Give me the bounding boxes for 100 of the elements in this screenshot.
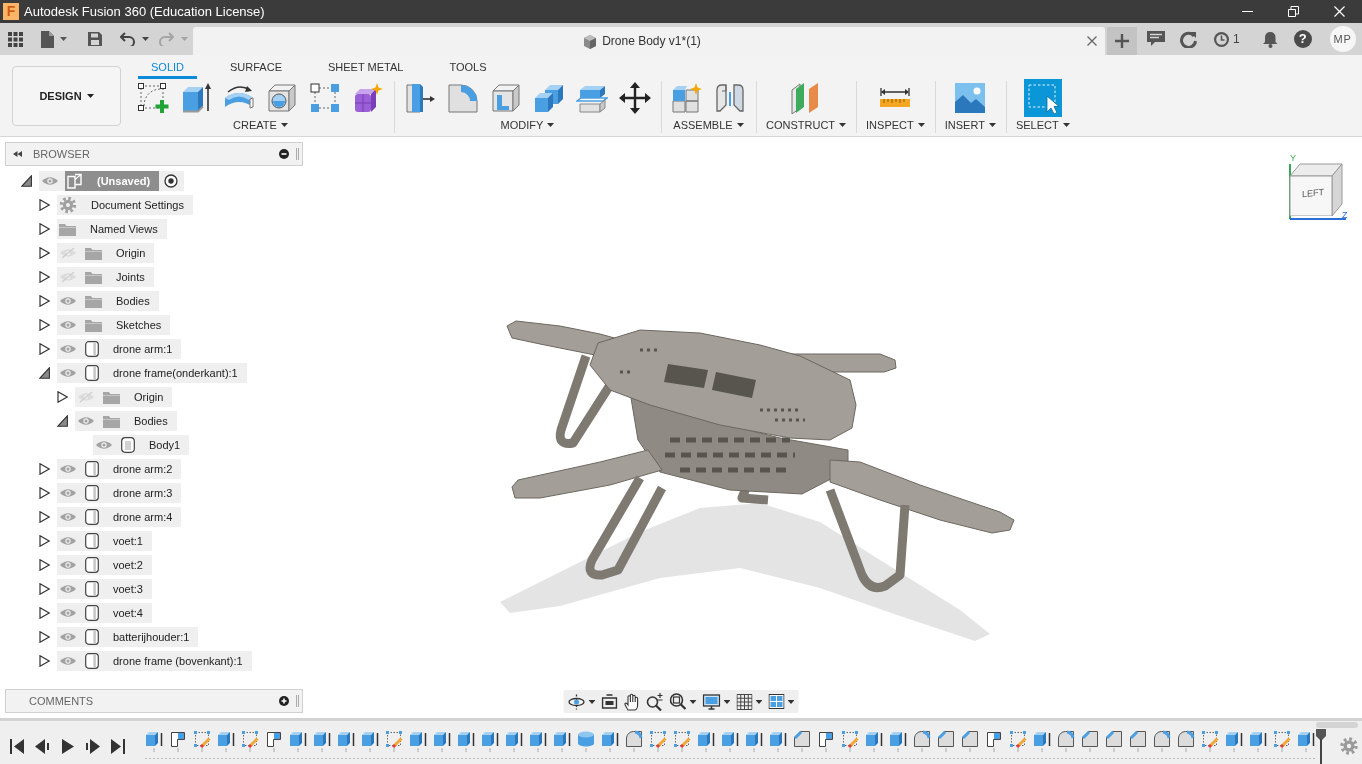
save-icon[interactable] bbox=[88, 32, 102, 46]
chamfer-icon[interactable] bbox=[1081, 729, 1099, 748]
chamfer-icon[interactable] bbox=[961, 729, 979, 748]
box-icon[interactable] bbox=[457, 729, 475, 748]
collapsed-triangle-icon[interactable] bbox=[38, 247, 50, 259]
box-icon[interactable] bbox=[889, 729, 907, 748]
caret-icon[interactable] bbox=[723, 699, 731, 704]
collapse-icon[interactable] bbox=[13, 151, 22, 157]
file-icon[interactable] bbox=[41, 30, 54, 48]
tree-item[interactable]: drone arm:3 bbox=[57, 483, 182, 503]
panel-grip-icon[interactable] bbox=[296, 148, 299, 160]
plus-circle-icon[interactable] bbox=[279, 696, 289, 706]
expanded-triangle-icon[interactable] bbox=[20, 175, 32, 187]
collapsed-triangle-icon[interactable] bbox=[38, 319, 50, 331]
sketch-icon[interactable] bbox=[649, 729, 667, 748]
panel-menu-button[interactable]: SELECT bbox=[1015, 117, 1070, 133]
collapsed-triangle-icon[interactable] bbox=[38, 487, 50, 499]
panel-menu-button[interactable]: ASSEMBLE bbox=[673, 117, 744, 133]
box-icon[interactable] bbox=[409, 729, 427, 748]
pattern-squares-icon[interactable] bbox=[309, 82, 341, 114]
collapsed-triangle-icon[interactable] bbox=[38, 655, 50, 667]
combine-boxes-icon[interactable] bbox=[533, 82, 565, 114]
collapsed-triangle-icon[interactable] bbox=[38, 631, 50, 643]
clock-icon[interactable] bbox=[1213, 30, 1230, 48]
expanded-triangle-icon[interactable] bbox=[56, 415, 68, 427]
chamfer-icon[interactable] bbox=[1129, 729, 1147, 748]
tree-item[interactable]: Bodies bbox=[57, 291, 159, 311]
shell-icon[interactable] bbox=[490, 82, 522, 114]
joint-icon[interactable] bbox=[714, 82, 746, 114]
chamfer-icon[interactable] bbox=[937, 729, 955, 748]
chamfer-icon[interactable] bbox=[1105, 729, 1123, 748]
tree-item[interactable]: Body1 bbox=[93, 435, 190, 455]
collapsed-triangle-icon[interactable] bbox=[38, 607, 50, 619]
collapsed-triangle-icon[interactable] bbox=[38, 583, 50, 595]
box-arrow-icon[interactable] bbox=[180, 82, 212, 114]
close-icon[interactable] bbox=[1087, 36, 1097, 46]
sketch-icon[interactable] bbox=[1273, 729, 1291, 748]
ribbon-tab[interactable]: TOOLS bbox=[436, 58, 500, 79]
undo-icon[interactable] bbox=[120, 32, 135, 46]
caret-icon[interactable] bbox=[60, 37, 67, 41]
expanded-triangle-icon[interactable] bbox=[38, 367, 50, 379]
skip-to-end-icon[interactable] bbox=[110, 738, 125, 754]
step-forward-icon[interactable] bbox=[85, 738, 100, 754]
tree-item[interactable]: drone arm:1 bbox=[57, 339, 182, 359]
box-icon[interactable] bbox=[505, 729, 523, 748]
image-icon[interactable] bbox=[954, 82, 987, 114]
tree-item[interactable]: Sketches bbox=[57, 315, 171, 335]
ribbon-tab[interactable]: SHEET METAL bbox=[315, 58, 417, 79]
collapsed-triangle-icon[interactable] bbox=[38, 343, 50, 355]
fillet-icon[interactable] bbox=[1153, 729, 1171, 748]
pan-hand-icon[interactable] bbox=[623, 692, 640, 711]
tree-item[interactable]: voet:4 bbox=[57, 603, 152, 623]
sketch-icon[interactable] bbox=[1009, 729, 1027, 748]
sketch-icon[interactable] bbox=[385, 729, 403, 748]
collapsed-triangle-icon[interactable] bbox=[38, 199, 50, 211]
collapsed-triangle-icon[interactable] bbox=[38, 271, 50, 283]
select-icon[interactable] bbox=[1023, 79, 1062, 117]
box-icon[interactable] bbox=[217, 729, 235, 748]
box-icon[interactable] bbox=[865, 729, 883, 748]
tree-item[interactable]: Joints bbox=[57, 267, 154, 287]
tree-item[interactable]: drone frame(onderkant):1 bbox=[57, 363, 247, 383]
collapsed-triangle-icon[interactable] bbox=[38, 223, 50, 235]
collapsed-triangle-icon[interactable] bbox=[38, 535, 50, 547]
box-icon[interactable] bbox=[337, 729, 355, 748]
panel-menu-button[interactable]: INSPECT bbox=[866, 117, 925, 133]
panel-menu-button[interactable]: INSERT bbox=[944, 117, 996, 133]
display-settings-icon[interactable] bbox=[702, 693, 721, 710]
bell-icon[interactable] bbox=[1262, 30, 1278, 48]
tree-item[interactable]: batterijhouder:1 bbox=[57, 627, 199, 647]
caret-icon[interactable] bbox=[755, 699, 763, 704]
caret-icon[interactable] bbox=[787, 699, 795, 704]
l-shape-icon[interactable] bbox=[169, 729, 187, 748]
minimize-icon[interactable] bbox=[1241, 11, 1253, 12]
grid-icon[interactable] bbox=[736, 693, 753, 710]
box-icon[interactable] bbox=[1297, 729, 1315, 748]
box-icon[interactable] bbox=[769, 729, 787, 748]
sketch-icon[interactable] bbox=[673, 729, 691, 748]
caret-icon[interactable] bbox=[689, 699, 697, 704]
tree-item[interactable]: drone frame (bovenkant):1 bbox=[57, 651, 252, 671]
fillet-icon[interactable] bbox=[625, 729, 643, 748]
minus-circle-icon[interactable] bbox=[279, 149, 289, 159]
panel-grip-icon[interactable] bbox=[296, 695, 299, 707]
box-icon[interactable] bbox=[433, 729, 451, 748]
new-tab-button[interactable] bbox=[1107, 27, 1137, 55]
fillet-icon[interactable] bbox=[913, 729, 931, 748]
restore-icon[interactable] bbox=[1287, 6, 1299, 17]
caret-icon[interactable] bbox=[142, 37, 149, 41]
workspace-menu-button[interactable]: DESIGN bbox=[12, 66, 121, 126]
caret-icon[interactable] bbox=[588, 699, 596, 704]
sketch-plus-icon[interactable] bbox=[137, 82, 169, 114]
collapsed-triangle-icon[interactable] bbox=[56, 391, 68, 403]
move-icon[interactable] bbox=[619, 82, 651, 114]
press-pull-icon[interactable] bbox=[404, 82, 436, 114]
active-radio-icon[interactable] bbox=[164, 174, 179, 188]
box-icon[interactable] bbox=[1033, 729, 1051, 748]
box-icon[interactable] bbox=[745, 729, 763, 748]
step-back-icon[interactable] bbox=[35, 738, 50, 754]
viewports-icon[interactable] bbox=[768, 694, 785, 709]
l-shape-icon[interactable] bbox=[985, 729, 1003, 748]
box-icon[interactable] bbox=[721, 729, 739, 748]
